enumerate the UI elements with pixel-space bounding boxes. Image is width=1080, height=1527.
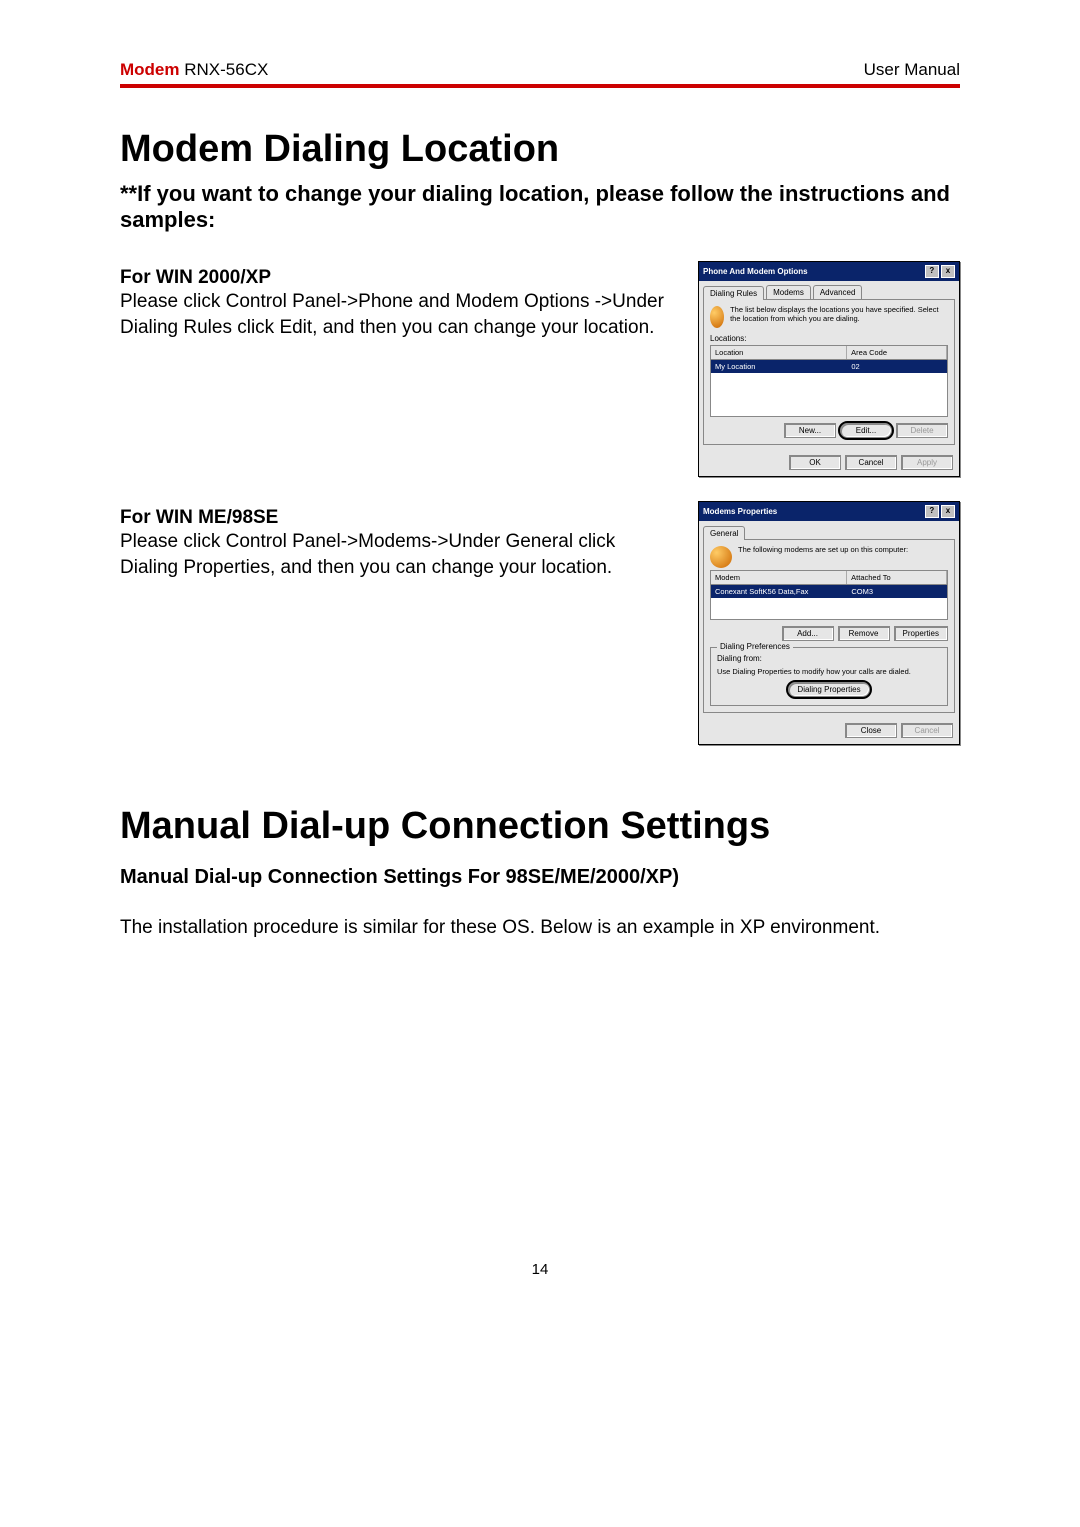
locations-list[interactable]: Location Area Code My Location 02	[710, 345, 948, 417]
brand: Modem	[120, 60, 180, 79]
close-button[interactable]: Close	[845, 723, 897, 738]
tab-modems[interactable]: Modems	[766, 285, 811, 299]
dialog1-pane: The list below displays the locations yo…	[703, 299, 955, 445]
page-header: Modem RNX-56CX User Manual	[120, 60, 960, 80]
modems-list-head: Modem Attached To	[711, 571, 947, 585]
section2-subtitle: Manual Dial-up Connection Settings For 9…	[120, 866, 960, 889]
dialog1-title-icons: ? x	[925, 265, 955, 278]
modems-list-row[interactable]: Conexant SoftK56 Data,Fax COM3	[711, 585, 947, 598]
locations-list-row[interactable]: My Location 02	[711, 360, 947, 373]
globe-icon	[710, 306, 724, 328]
dialog1-title: Phone And Modem Options	[703, 267, 808, 276]
ok-button[interactable]: OK	[789, 455, 841, 470]
body-winme: Please click Control Panel->Modems->Unde…	[120, 529, 678, 580]
dialing-preferences-group: Dialing Preferences Dialing from: Use Di…	[710, 647, 948, 706]
dialog2-btn-row: Add... Remove Properties	[710, 626, 948, 641]
dialog2-title-icons: ? x	[925, 505, 955, 518]
dialog-modems-properties: Modems Properties ? x General The follow…	[698, 501, 960, 745]
dialog2-titlebar: Modems Properties ? x	[699, 502, 959, 521]
dialog2-footer: Close Cancel	[699, 717, 959, 744]
delete-button[interactable]: Delete	[896, 423, 948, 438]
dialog1-titlebar: Phone And Modem Options ? x	[699, 262, 959, 281]
header-right: User Manual	[864, 60, 960, 80]
tab-general[interactable]: General	[703, 526, 745, 540]
dialog1-footer: OK Cancel Apply	[699, 449, 959, 476]
page-number: 14	[120, 1261, 960, 1278]
dialog1-tabs: Dialing Rules Modems Advanced	[699, 281, 959, 299]
body-win2000: Please click Control Panel->Phone and Mo…	[120, 289, 678, 340]
col-location: Location	[711, 346, 847, 359]
dialing-from-label: Dialing from:	[717, 654, 941, 663]
group-legend: Dialing Preferences	[717, 642, 793, 651]
col-area-code: Area Code	[847, 346, 947, 359]
section-title-modem-dialing: Modem Dialing Location	[120, 128, 960, 171]
edit-button[interactable]: Edit...	[840, 423, 892, 438]
dialog-phone-modem-options: Phone And Modem Options ? x Dialing Rule…	[698, 261, 960, 477]
help-icon[interactable]: ?	[925, 505, 939, 518]
os-title-winme: For WIN ME/98SE	[120, 507, 678, 529]
close-icon[interactable]: x	[941, 265, 955, 278]
locations-list-head: Location Area Code	[711, 346, 947, 360]
close-icon[interactable]: x	[941, 505, 955, 518]
properties-button[interactable]: Properties	[894, 626, 948, 641]
tab-advanced[interactable]: Advanced	[813, 285, 863, 299]
block-winme: For WIN ME/98SE Please click Control Pan…	[120, 501, 960, 745]
dialing-properties-button[interactable]: Dialing Properties	[788, 682, 869, 697]
row-location: My Location	[711, 360, 847, 373]
cancel-button[interactable]: Cancel	[901, 723, 953, 738]
row-attached-to: COM3	[847, 585, 947, 598]
section2-body: The installation procedure is similar fo…	[120, 915, 960, 941]
os-title-win2000: For WIN 2000/XP	[120, 267, 678, 289]
section-title-manual-dialup: Manual Dial-up Connection Settings	[120, 805, 960, 848]
dialog2-tabs: General	[699, 521, 959, 539]
modem-icon	[710, 546, 732, 568]
block-win2000: For WIN 2000/XP Please click Control Pan…	[120, 261, 960, 477]
dialog2-pane: The following modems are set up on this …	[703, 539, 955, 713]
locations-label: Locations:	[710, 334, 948, 343]
modems-list[interactable]: Modem Attached To Conexant SoftK56 Data,…	[710, 570, 948, 620]
tab-dialing-rules[interactable]: Dialing Rules	[703, 286, 764, 300]
model: RNX-56CX	[184, 60, 268, 79]
col-modem: Modem	[711, 571, 847, 584]
add-button[interactable]: Add...	[782, 626, 834, 641]
cancel-button[interactable]: Cancel	[845, 455, 897, 470]
dialog1-btn-row: New... Edit... Delete	[710, 423, 948, 438]
help-icon[interactable]: ?	[925, 265, 939, 278]
header-left: Modem RNX-56CX	[120, 60, 268, 80]
dialog1-desc: The list below displays the locations yo…	[730, 306, 948, 323]
col-attached-to: Attached To	[847, 571, 947, 584]
row-modem: Conexant SoftK56 Data,Fax	[711, 585, 847, 598]
row-area-code: 02	[847, 360, 947, 373]
remove-button[interactable]: Remove	[838, 626, 890, 641]
apply-button[interactable]: Apply	[901, 455, 953, 470]
header-divider	[120, 84, 960, 88]
dialing-desc: Use Dialing Properties to modify how you…	[717, 667, 941, 676]
dialog2-desc: The following modems are set up on this …	[738, 546, 908, 555]
section-subtitle: **If you want to change your dialing loc…	[120, 181, 960, 233]
dialog2-title: Modems Properties	[703, 507, 777, 516]
new-button[interactable]: New...	[784, 423, 836, 438]
